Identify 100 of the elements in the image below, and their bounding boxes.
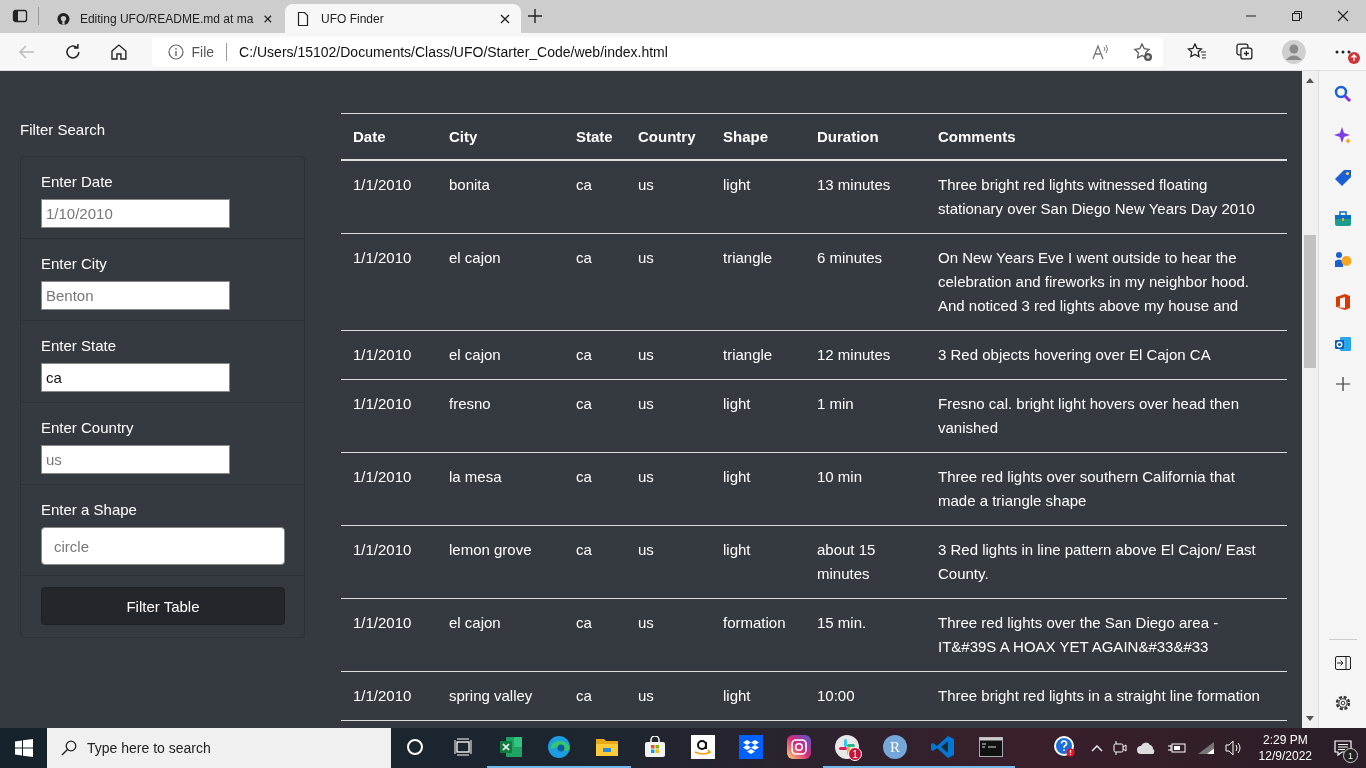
add-icon[interactable] [1335,377,1350,391]
table-cell: light [711,160,805,234]
field-label: Enter a Shape [41,501,138,518]
battery-charging-icon[interactable] [1166,741,1187,755]
sparkle-icon[interactable] [1333,127,1352,145]
column-header: Date [341,113,437,160]
column-header: State [564,113,626,160]
help-icon[interactable] [1052,735,1075,757]
table-cell: ca [564,379,626,453]
scroll-down-icon[interactable] [1306,716,1314,722]
column-header: Duration [805,113,926,160]
home-icon[interactable] [109,42,128,61]
column-header: Country [626,113,711,160]
table-cell: fresno [437,379,564,453]
filter-button[interactable]: Filter Table [41,587,285,625]
input-field[interactable]: ca [41,363,230,392]
camera-logo-icon [787,735,811,759]
scheme-label: File [191,43,215,60]
new-tab-icon[interactable] [527,8,543,24]
scroll-up-icon[interactable] [1306,77,1314,83]
volume-icon[interactable] [1224,740,1243,756]
r-logo-icon: R [883,735,907,759]
taskbar-search-field[interactable]: Type here to search [47,728,391,768]
input-field[interactable]: Benton [41,281,230,310]
table-cell: 1/1/2010 [341,330,437,380]
more-icon[interactable] [1334,48,1353,55]
table-cell: about 15 minutes [805,525,926,599]
games-icon[interactable] [1333,251,1352,269]
table-cell: el cajon [437,330,564,380]
input-field[interactable]: us [41,445,230,474]
toolbox-icon[interactable] [1333,211,1352,227]
refresh-icon[interactable] [63,42,82,61]
camera-icon[interactable] [1112,740,1127,756]
shopping-bag-icon [644,736,666,758]
field-label: Enter Date [41,173,114,190]
cloud-icon[interactable] [1136,742,1157,754]
table-cell: us [626,330,711,380]
column-header: Shape [711,113,805,160]
tab-actions-icon[interactable] [12,8,28,24]
table-cell: ca [564,598,626,672]
info-icon[interactable] [167,43,184,60]
windows-start-icon[interactable] [15,739,33,757]
address-bar[interactable]: File C:/Users/15102/Documents/Class/UFO/Starter_Code/web/index.html [151,36,1163,67]
table-cell: ca [564,330,626,380]
restore-icon[interactable] [1291,10,1303,22]
chevron-up-icon[interactable] [1090,744,1103,752]
search-icon[interactable] [1333,85,1352,103]
input-field[interactable]: 1/10/2010 [41,199,230,228]
table-cell: us [626,671,711,721]
table-cell: formation [711,598,805,672]
close-icon[interactable] [499,12,511,25]
taskbar-app[interactable]: 1 [823,728,871,768]
outlook-icon[interactable] [1333,335,1352,353]
table-cell: 3 Red lights in line pattern above El Cajon/ East County. [926,525,1287,599]
table-cell: 15 min. [805,598,926,672]
table-cell: 1/1/2010 [341,525,437,599]
browser-tab[interactable]: UFO Finder [285,4,521,33]
settings-icon[interactable] [1333,694,1352,712]
add-favorite-icon[interactable] [1132,41,1153,62]
spreadsheet-icon [499,736,523,758]
code-editor-icon [931,735,955,759]
table-cell: el cajon [437,233,564,331]
table-cell: us [626,598,711,672]
field-label: Enter State [41,337,118,354]
url-text: C:/Users/15102/Documents/Class/UFO/Starter_Code/web/index.html [239,43,668,60]
field-label: Enter City [41,255,108,272]
table-cell: lemon grove [437,525,564,599]
close-icon[interactable] [263,12,273,25]
favorites-icon[interactable] [1186,42,1207,61]
clock[interactable]: 2:29 PM 12/9/2022 [1258,732,1312,764]
tag-icon[interactable] [1333,169,1352,187]
collections-icon[interactable] [1234,41,1255,62]
sidebar-toggle-icon[interactable] [1334,656,1351,670]
read-aloud-icon[interactable] [1090,42,1111,61]
table-cell: light [711,525,805,599]
table-cell: triangle [711,330,805,380]
table-cell: ca [564,452,626,526]
wifi-icon[interactable] [1196,741,1215,755]
table-cell: spring valley [437,671,564,721]
folder-icon [595,736,619,758]
browser-tab[interactable]: Editing UFO/README.md at ma [47,4,283,33]
smile-logo-icon [691,735,715,759]
scrollbar-thumb[interactable] [1304,235,1316,368]
table-cell: 10:00 [805,671,926,721]
table-cell: ca [564,525,626,599]
office-icon[interactable] [1334,293,1351,311]
browser-icon [547,735,571,759]
terminal-icon [979,737,1003,757]
filter-title: Filter Search [20,121,107,138]
table-cell: Three red lights over southern California that made a triangle shape [926,452,1287,526]
notification-center[interactable]: 1 [1328,733,1358,763]
table-cell: us [626,233,711,331]
close-icon[interactable] [1337,10,1349,22]
table-cell: 1/1/2010 [341,160,437,234]
task-view-icon [454,738,472,756]
table-cell: ca [564,233,626,331]
input-field[interactable]: circle [41,527,285,565]
profile-avatar-icon[interactable] [1282,39,1307,64]
table-cell: Fresno cal. bright light hovers over head then vanished [926,379,1287,453]
table-cell: la mesa [437,452,564,526]
